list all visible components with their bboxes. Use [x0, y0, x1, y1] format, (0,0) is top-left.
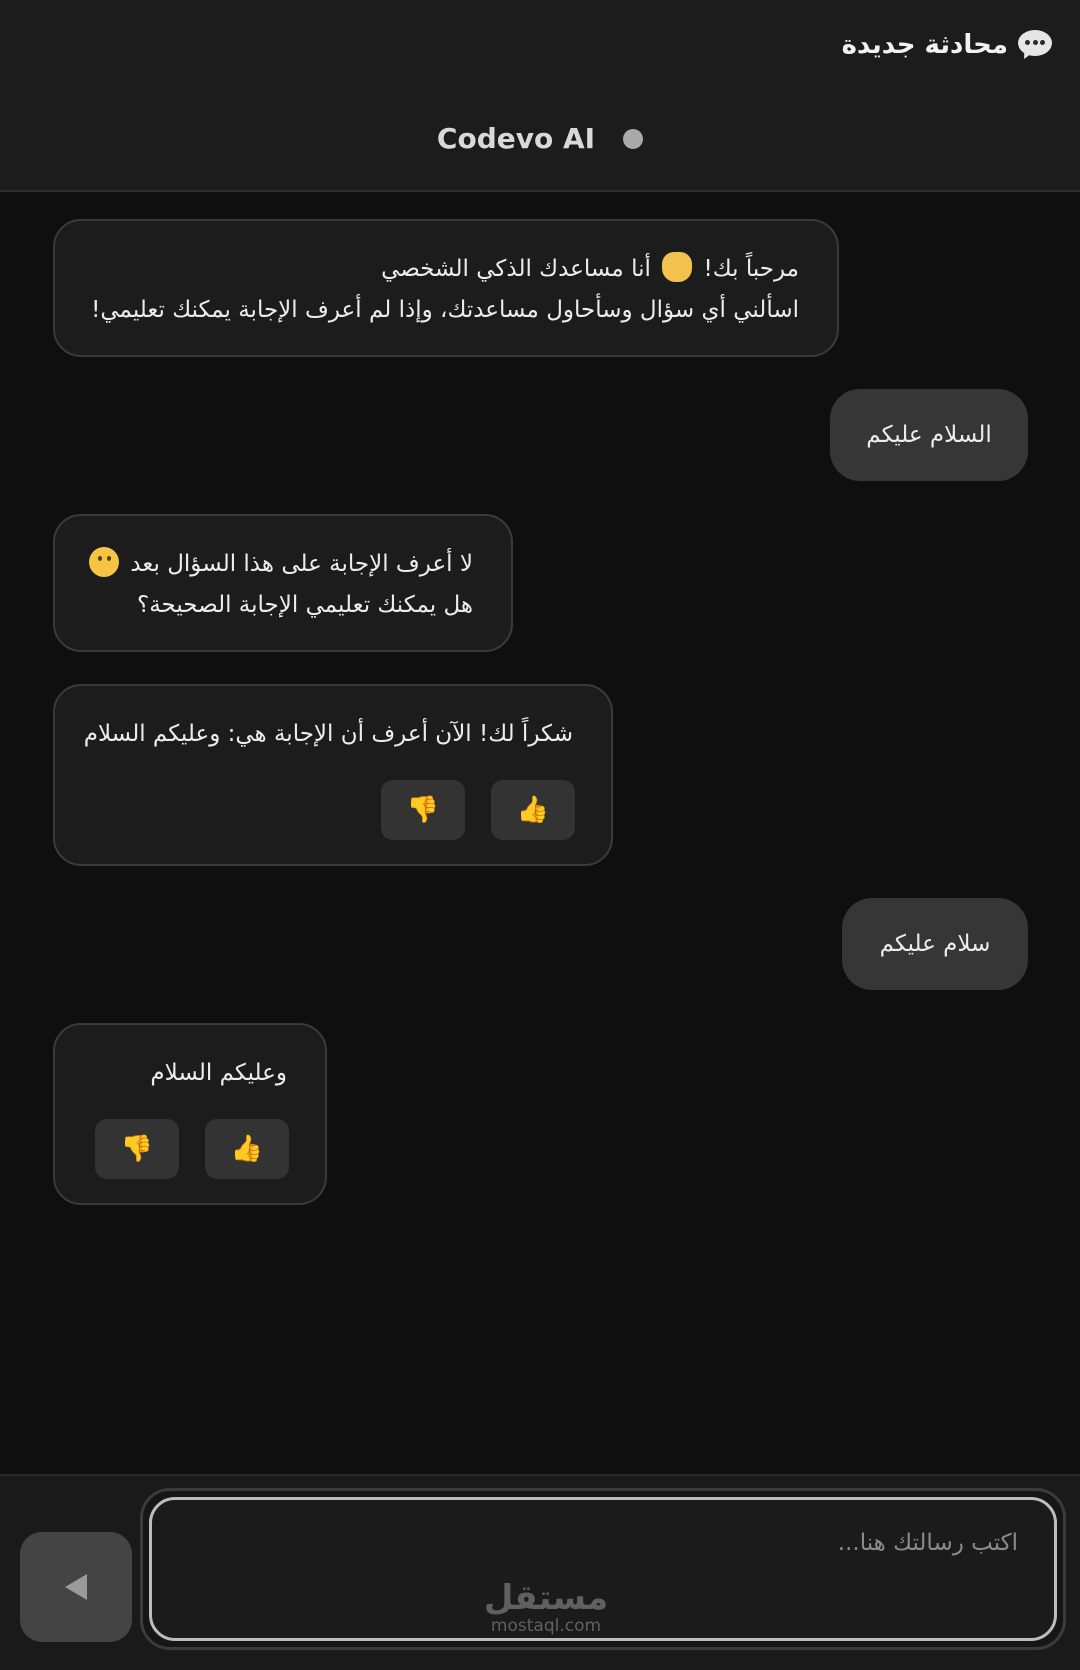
message-text: وعليكم السلام	[150, 1060, 287, 1086]
message-text: سلام عليكم	[879, 930, 991, 957]
message-list: مرحباً بك! أنا مساعدك الذكي الشخصي اسألن…	[0, 192, 1080, 1474]
composer	[0, 1474, 1080, 1670]
header: محادثة جديدة Codevo AI	[0, 0, 1080, 192]
message-text: السلام عليكم	[866, 421, 992, 448]
user-message: سلام عليكم	[842, 898, 1028, 990]
chat-bubble-icon	[1018, 30, 1052, 62]
message-line: مرحباً بك! أنا مساعدك الذكي الشخصي	[93, 249, 799, 290]
chat-app: محادثة جديدة Codevo AI مرحباً بك! أنا مس…	[0, 0, 1080, 1670]
message-line: لا أعرف الإجابة على هذا السؤال بعد	[89, 544, 473, 585]
brand: Codevo AI	[0, 122, 1080, 155]
send-button[interactable]	[20, 1532, 132, 1642]
bot-message: مرحباً بك! أنا مساعدك الذكي الشخصي اسألن…	[53, 219, 839, 357]
message-line: اسألني أي سؤال وسأحاول مساعدتك، وإذا لم …	[91, 297, 799, 323]
user-message: السلام عليكم	[830, 389, 1028, 481]
new-chat-button[interactable]: محادثة جديدة	[841, 30, 1052, 62]
send-arrow-icon	[65, 1574, 87, 1600]
thumbs-down-button[interactable]: 👎	[381, 780, 465, 840]
thumbs-down-button[interactable]: 👎	[95, 1119, 179, 1179]
bot-message: وعليكم السلام 👎 👍	[53, 1023, 327, 1205]
feedback-buttons: 👎 👍	[381, 780, 575, 840]
message-line: هل يمكنك تعليمي الإجابة الصحيحة؟	[136, 592, 473, 618]
feedback-buttons: 👎 👍	[95, 1119, 289, 1179]
thinking-face-icon	[89, 547, 120, 577]
message-input[interactable]	[149, 1497, 1057, 1641]
app-title: Codevo AI	[436, 122, 596, 155]
waving-hand-icon	[662, 252, 693, 282]
thumbs-up-button[interactable]: 👍	[491, 780, 575, 840]
bot-message: شكراً لك! الآن أعرف أن الإجابة هي: وعليك…	[53, 684, 613, 866]
thumbs-up-button[interactable]: 👍	[205, 1119, 289, 1179]
message-text: شكراً لك! الآن أعرف أن الإجابة هي: وعليك…	[83, 721, 573, 747]
bot-message: لا أعرف الإجابة على هذا السؤال بعد هل يم…	[53, 514, 513, 652]
new-chat-label: محادثة جديدة	[841, 30, 1008, 60]
status-indicator	[623, 128, 644, 149]
message-input-wrapper	[140, 1488, 1066, 1650]
